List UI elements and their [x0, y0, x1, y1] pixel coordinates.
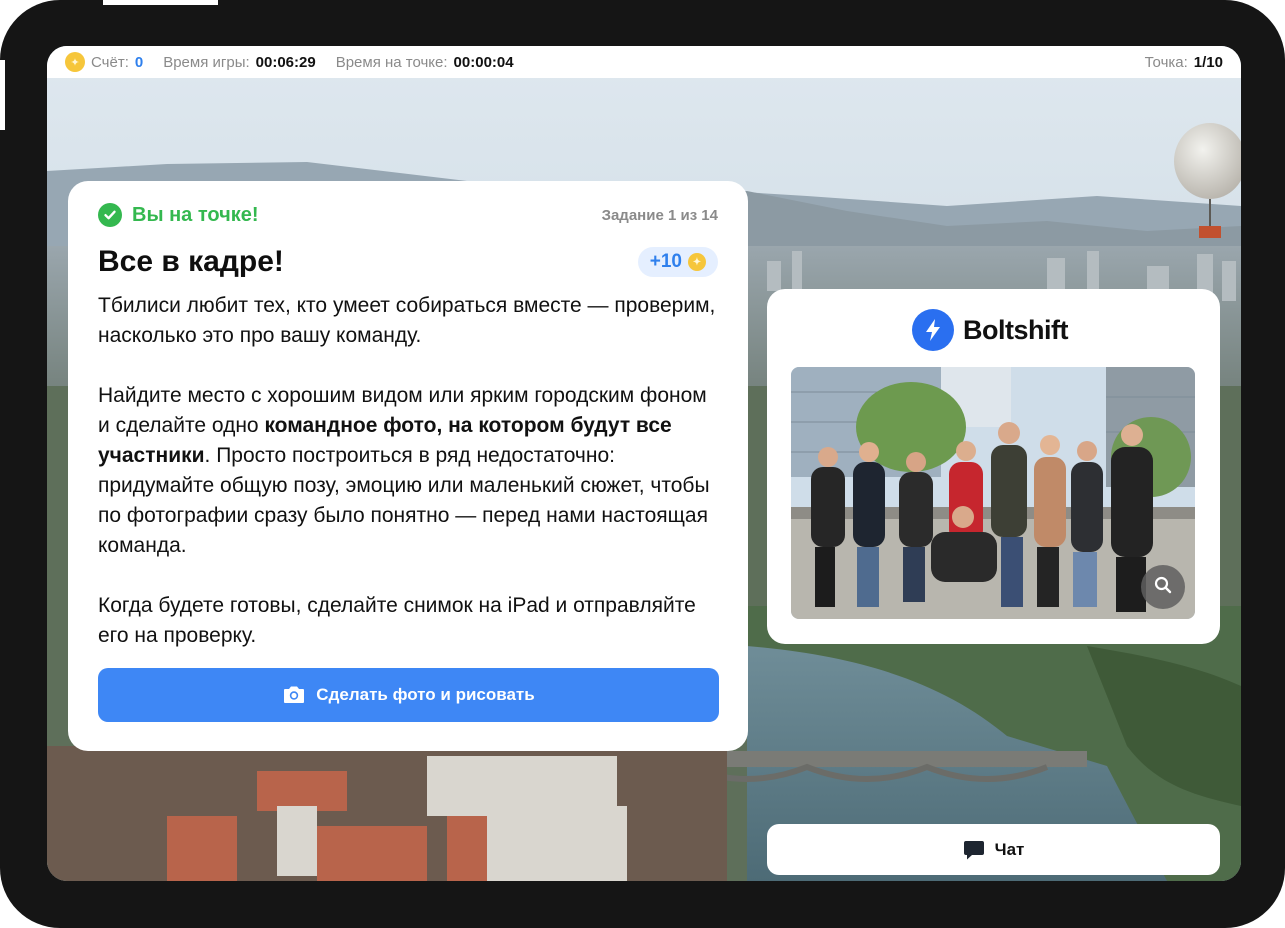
app-screen: ✦ Счёт: 0 Время игры: 00:06:29 Время на …: [47, 46, 1241, 881]
coin-icon: ✦: [688, 253, 706, 271]
point-progress-group: Точка: 1/10: [1145, 54, 1223, 71]
tablet-top-button: [160, 0, 218, 5]
tablet-frame: ✦ Счёт: 0 Время игры: 00:06:29 Время на …: [0, 0, 1285, 928]
status-bar: ✦ Счёт: 0 Время игры: 00:06:29 Время на …: [47, 46, 1241, 78]
task-title-row: Все в кадре! +10 ✦: [98, 245, 718, 279]
task-paragraph-3: Когда будете готовы, сделайте снимок на …: [98, 594, 696, 647]
example-team-photo[interactable]: [791, 367, 1195, 619]
magnifier-icon: [1153, 575, 1173, 600]
point-label: Точка:: [1144, 53, 1188, 71]
score-group: ✦ Счёт: 0: [65, 52, 143, 72]
on-point-status: Вы на точке!: [98, 203, 259, 227]
camera-icon: [282, 685, 306, 705]
team-photo-image: [791, 367, 1195, 619]
task-card-header: Вы на точке! Задание 1 из 14: [98, 203, 718, 227]
score-label: Счёт:: [91, 53, 129, 71]
chat-bubble-icon: [963, 839, 985, 861]
score-value: 0: [134, 53, 144, 71]
brand: Boltshift: [912, 309, 1068, 351]
task-description: Тбилиси любит тех, кто умеет собираться …: [98, 291, 718, 651]
take-photo-button[interactable]: Сделать фото и рисовать: [98, 668, 719, 722]
game-time-label: Время игры:: [163, 53, 250, 71]
sponsor-card: Boltshift: [767, 289, 1220, 644]
check-circle-icon: [98, 203, 122, 227]
chat-button-label: Чат: [994, 839, 1025, 859]
zoom-button[interactable]: [1141, 565, 1185, 609]
task-paragraph-1: Тбилиси любит тех, кто умеет собираться …: [98, 294, 716, 347]
point-time-label: Время на точке:: [335, 53, 448, 71]
task-counter: Задание 1 из 14: [601, 206, 718, 224]
on-point-text: Вы на точке!: [132, 203, 259, 226]
task-paragraph-2: Найдите место с хорошим видом или ярким …: [98, 381, 718, 561]
bolt-logo-icon: [912, 309, 954, 351]
tablet-side-button: [0, 60, 5, 130]
point-time-value: 00:00:04: [453, 53, 514, 71]
point-value: 1/10: [1193, 53, 1223, 71]
game-time-value: 00:06:29: [255, 53, 316, 71]
task-title: Все в кадре!: [98, 245, 284, 278]
task-card: Вы на точке! Задание 1 из 14 Все в кадре…: [68, 181, 748, 751]
points-badge: +10 ✦: [637, 247, 718, 277]
coin-icon: ✦: [65, 52, 85, 72]
take-photo-button-label: Сделать фото и рисовать: [316, 685, 535, 704]
points-value: +10: [649, 251, 682, 272]
game-time-group: Время игры: 00:06:29: [163, 54, 315, 71]
chat-button[interactable]: Чат: [767, 824, 1220, 875]
point-time-group: Время на точке: 00:00:04: [336, 54, 514, 71]
brand-name: Boltshift: [963, 314, 1068, 345]
